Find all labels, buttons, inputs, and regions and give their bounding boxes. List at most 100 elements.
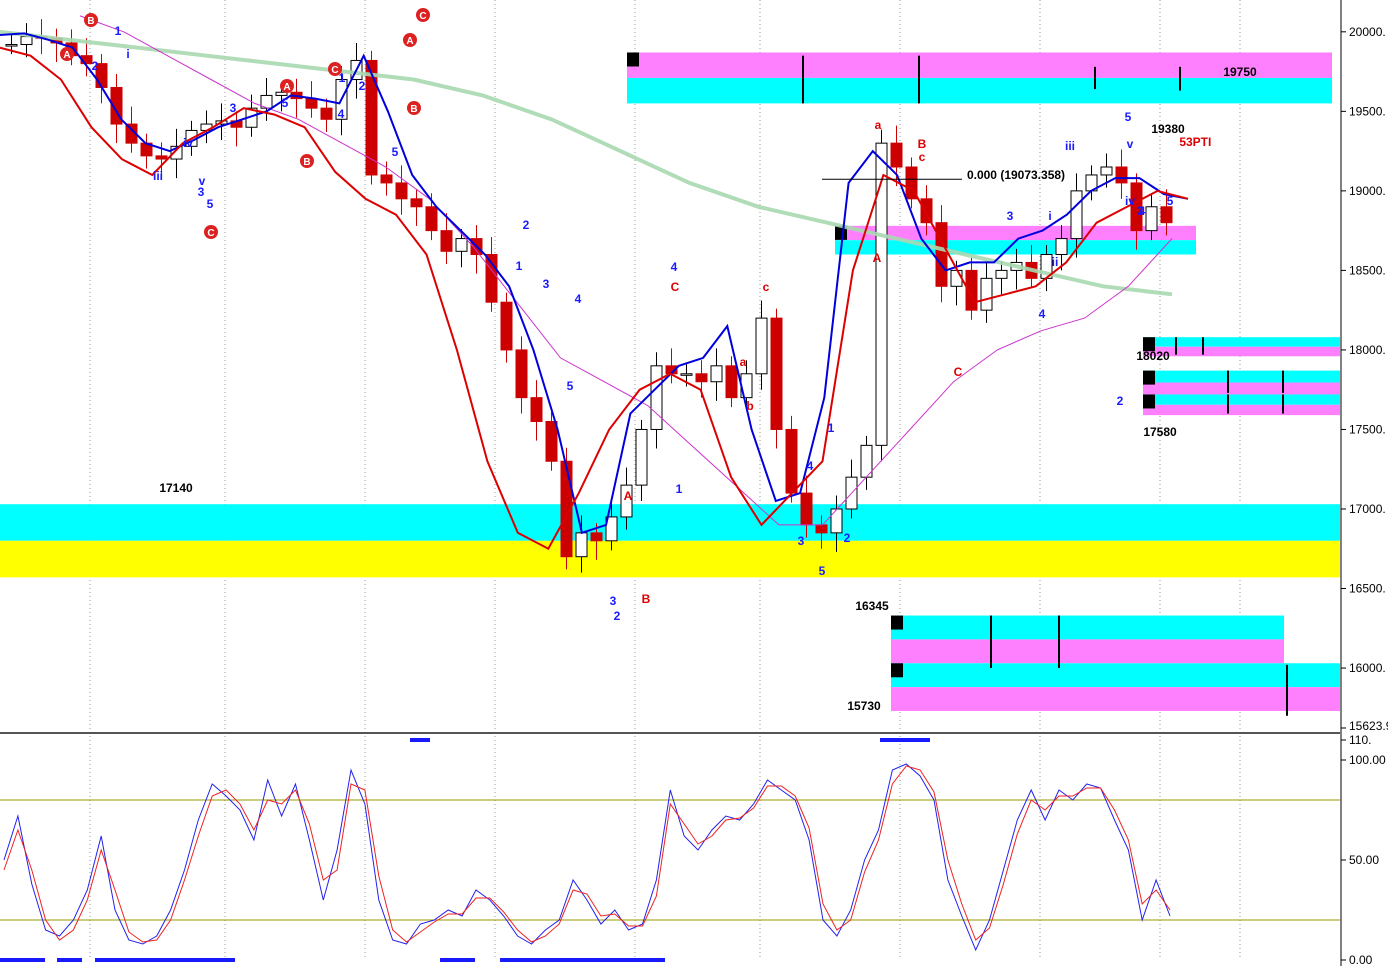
candle-body (980, 277, 993, 311)
wave-label-blue: 2 (1117, 394, 1124, 408)
wave-label-blue: 4 (575, 292, 582, 306)
osc-axis-tick-label: 50.00 (1349, 853, 1379, 867)
candle-body (425, 206, 438, 232)
wave-label-blue: 3 (1007, 209, 1014, 223)
candle-body (5, 44, 18, 47)
annotation-label: 17140 (159, 481, 193, 495)
candle-body (755, 317, 768, 375)
wave-label-blue: 1 (115, 24, 122, 38)
candle-body (320, 107, 333, 120)
candle-body (935, 222, 948, 287)
wave-label-red: c (919, 150, 926, 164)
wave-label-red: c (763, 280, 770, 294)
candle-body (695, 373, 708, 383)
wave-label-blue: 5 (1167, 194, 1174, 208)
candle-body (890, 142, 903, 168)
candle-body (1055, 238, 1068, 255)
wave-label-blue: i (126, 47, 129, 61)
wave-label-blue: 2 (92, 59, 99, 73)
wave-label-blue: 2 (359, 79, 366, 93)
wave-label-blue: 4 (1039, 307, 1046, 321)
axis-tick-label: 18500. (1349, 263, 1386, 277)
candle-body (575, 532, 588, 558)
wave-label-red: C (419, 11, 426, 22)
candle-body (1145, 206, 1158, 232)
wave-label-blue: 4 (338, 107, 345, 121)
annotation-label: 19750 (1223, 65, 1257, 79)
wave-label-blue: i (1048, 209, 1051, 223)
wave-label-blue: iv (1125, 194, 1135, 208)
osc-axis-tick-label: 0.00 (1349, 953, 1373, 966)
top-zone-lower (627, 77, 1332, 104)
candle-body (365, 59, 378, 176)
wave-label-blue: 4 (807, 459, 814, 473)
wave-label-blue: iii (153, 169, 163, 183)
osc-axis-tick-label: 100.00 (1349, 753, 1386, 767)
axis-tick-label: 15623.9 (1349, 719, 1388, 733)
wave-label-red: B (303, 157, 310, 168)
annotation-label: 16345 (855, 599, 889, 613)
target-17900-lower (1143, 382, 1340, 395)
target-18020-lower (1143, 346, 1340, 357)
target-16345-marker (891, 615, 903, 630)
axis-tick-label: 18000. (1349, 343, 1386, 357)
candle-body (1115, 166, 1128, 184)
wave-label-blue: iii (1065, 139, 1075, 153)
wave-label-red: C (671, 280, 680, 294)
wave-label-blue: 1 (676, 482, 683, 496)
candle-body (155, 155, 168, 160)
candle-body (830, 508, 843, 534)
candle-body (500, 301, 513, 351)
annotation-label: 18020 (1136, 349, 1170, 363)
candle-body (995, 269, 1008, 279)
target-17900-marker (1143, 370, 1155, 385)
candle-body (590, 532, 603, 542)
wave-label-red: a (875, 118, 882, 132)
annotation-label: 19380 (1151, 122, 1185, 136)
candle-body (785, 428, 798, 494)
wave-label-red: A (283, 82, 290, 93)
wave-label-blue: 3 (198, 185, 205, 199)
target-17900-upper (1143, 370, 1340, 383)
wave-label-blue: 1 (516, 259, 523, 273)
wave-label-red: C (331, 65, 338, 76)
axis-tick-label: 17500. (1349, 422, 1386, 436)
candle-body (1070, 190, 1083, 240)
target-17580-marker (1143, 394, 1155, 409)
wave-label-red: B (918, 137, 927, 151)
wave-label-blue: 5 (392, 145, 399, 159)
annotation-label: PTI (1193, 135, 1212, 149)
target-17580-upper (1143, 394, 1340, 405)
target-15730-lower (891, 687, 1340, 711)
wave-label-blue: 3 (610, 594, 617, 608)
candle-body (950, 269, 963, 287)
top-zone-marker (627, 52, 639, 67)
candle-body (20, 36, 33, 46)
cyan-zone-lower (0, 504, 1340, 541)
yellow-zone-lower (0, 540, 1340, 578)
wave-label-red: A (873, 251, 882, 265)
wave-label-red: a (740, 355, 747, 369)
target-15730-marker (891, 663, 903, 678)
target-18020-upper (1143, 337, 1340, 347)
candle-body (530, 397, 543, 422)
wave-label-blue: iv (183, 136, 193, 150)
wave-label-blue: 5 (1125, 110, 1132, 124)
wave-label-blue: 3 (230, 101, 237, 115)
candle-body (440, 230, 453, 252)
candle-body (545, 420, 558, 462)
candle-body (725, 365, 738, 399)
wave-label-red: C (207, 228, 214, 239)
wave-label-blue: v (1127, 137, 1134, 151)
candle-body (455, 238, 468, 252)
candle-body (680, 373, 693, 376)
osc-axis-tick-label: 110. (1349, 733, 1371, 747)
wave-label-blue: 5 (819, 564, 826, 578)
target-15730-upper (891, 663, 1340, 688)
wave-label-red: A (624, 489, 633, 503)
axis-tick-label: 19500. (1349, 104, 1386, 118)
target-16345-lower (891, 639, 1284, 664)
wave-label-blue: 2 (844, 531, 851, 545)
axis-tick-label: 19000. (1349, 184, 1386, 198)
candle-body (395, 182, 408, 200)
